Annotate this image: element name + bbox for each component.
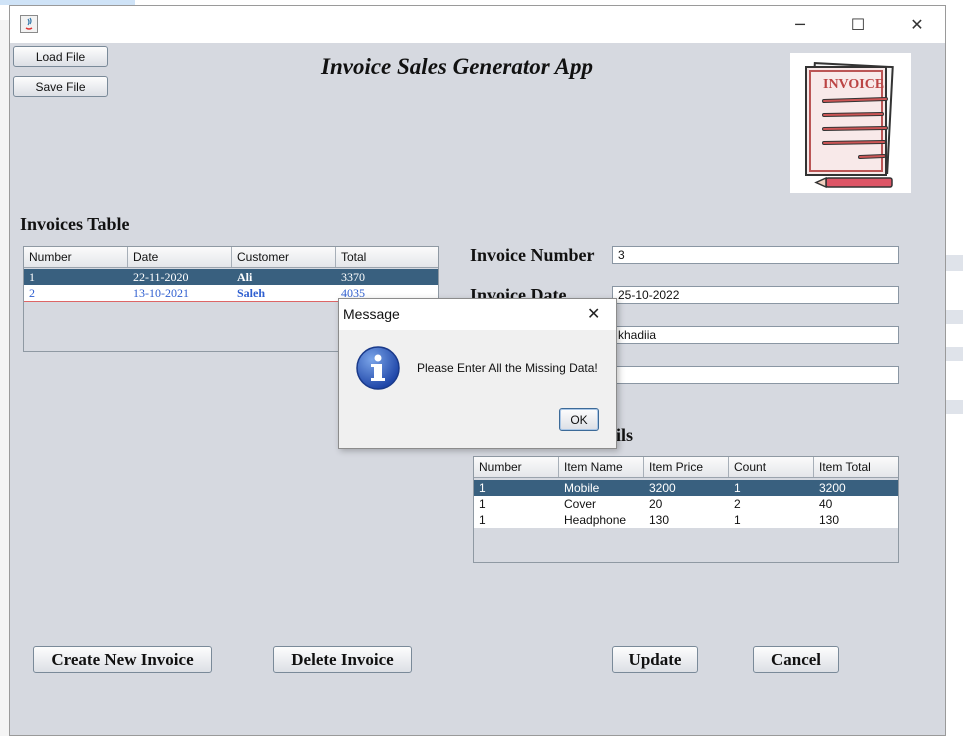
cell-item-total: 130 [819,513,840,527]
cell-item-name: Cover [564,497,597,511]
cell-item-name: Mobile [564,481,600,495]
cell-customer: Ali [237,270,253,284]
table-row[interactable]: 1 Cover 20 2 40 [474,496,898,512]
message-dialog: Message ✕ Please Enter All the Missing D… [338,298,617,449]
create-invoice-button[interactable]: Create New Invoice [33,646,212,673]
cell-customer: Saleh [237,286,266,300]
column-header-customer[interactable]: Customer [232,247,336,267]
cell-number: 2 [29,286,35,300]
cell-count: 2 [734,497,741,511]
background-code-fragment [946,347,963,361]
dialog-title: Message [343,306,400,322]
table-row[interactable]: 1 Headphone 130 1 130 [474,512,898,528]
cell-item-price: 3200 [649,481,676,495]
logo-text: INVOICE [823,77,885,92]
customer-name-field[interactable]: khadiia [612,326,899,344]
cell-date: 22-11-2020 [133,270,189,284]
invoice-date-field[interactable]: 25-10-2022 [612,286,899,304]
column-header-item-total[interactable]: Item Total [814,457,898,477]
maximize-button[interactable]: ☐ [835,6,881,43]
cell-number: 1 [479,513,486,527]
title-bar: ─ ☐ ✕ [10,6,945,43]
invoice-number-field[interactable]: 3 [612,246,899,264]
table-row[interactable]: 1 Mobile 3200 1 3200 [474,480,898,496]
column-header-number[interactable]: Number [474,457,559,477]
column-header-count[interactable]: Count [729,457,814,477]
dialog-title-bar: Message ✕ [339,299,616,330]
column-header-total[interactable]: Total [336,247,438,267]
minimize-button[interactable]: ─ [777,6,823,43]
info-icon [355,345,401,391]
background-left-strip [0,20,9,736]
cell-item-price: 20 [649,497,663,511]
cell-count: 1 [734,481,741,495]
cancel-button[interactable]: Cancel [753,646,839,673]
items-table-header: Number Item Name Item Price Count Item T… [474,457,898,478]
delete-invoice-button[interactable]: Delete Invoice [273,646,412,673]
column-header-item-name[interactable]: Item Name [559,457,644,477]
cell-number: 1 [29,270,35,284]
invoice-items-title: ils [616,425,634,445]
save-file-button[interactable]: Save File [13,76,108,97]
close-window-button[interactable]: ✕ [894,6,940,43]
invoice-logo: INVOICE [790,53,911,193]
background-code-fragment [946,255,963,271]
column-header-item-price[interactable]: Item Price [644,457,729,477]
cell-item-price: 130 [649,513,670,527]
invoice-number-label: Invoice Number [470,245,595,265]
cell-number: 1 [479,481,486,495]
cell-number: 1 [479,497,486,511]
cell-date: 13-10-2021 [133,286,189,300]
dialog-close-button[interactable]: ✕ [587,304,600,323]
column-header-number[interactable]: Number [24,247,128,267]
cell-count: 1 [734,513,741,527]
invoice-total-field[interactable] [612,366,899,384]
invoices-table-header: Number Date Customer Total [24,247,438,268]
dialog-ok-button[interactable]: OK [559,408,599,431]
cell-item-total: 40 [819,497,833,511]
load-file-button[interactable]: Load File [13,46,108,67]
dialog-message: Please Enter All the Missing Data! [417,361,598,375]
invoices-table-title: Invoices Table [20,214,130,234]
background-code-fragment [946,310,963,324]
invoice-items-table: Number Item Name Item Price Count Item T… [473,456,899,563]
app-title: Invoice Sales Generator App [321,54,593,79]
update-button[interactable]: Update [612,646,698,673]
background-code-fragment [946,400,963,414]
cell-total: 3370 [341,270,365,284]
java-app-icon [20,15,38,33]
table-row[interactable]: 1 22-11-2020 Ali 3370 [24,269,438,285]
cell-item-total: 3200 [819,481,846,495]
cell-item-name: Headphone [564,513,627,527]
column-header-date[interactable]: Date [128,247,232,267]
